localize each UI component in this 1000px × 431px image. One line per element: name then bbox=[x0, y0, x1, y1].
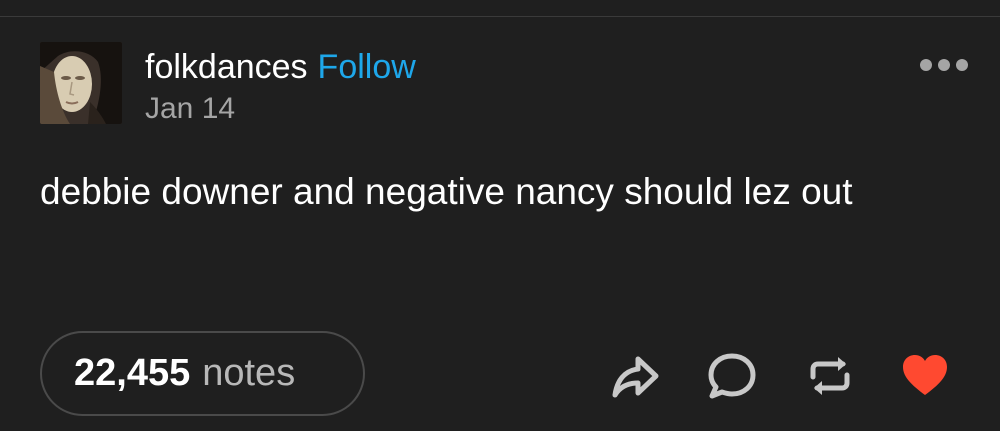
share-icon bbox=[612, 356, 659, 398]
post-card: folkdances Follow Jan 14 debbie downer an… bbox=[0, 17, 1000, 431]
like-button[interactable] bbox=[900, 351, 950, 401]
reblog-button[interactable] bbox=[805, 351, 855, 401]
notes-count: 22,455 bbox=[74, 352, 191, 394]
avatar[interactable] bbox=[40, 42, 122, 124]
post-date[interactable]: Jan 14 bbox=[145, 91, 235, 127]
post-body-text: debbie downer and negative nancy should … bbox=[40, 171, 853, 212]
heart-icon bbox=[903, 355, 947, 395]
reply-icon bbox=[708, 353, 756, 399]
follow-button[interactable]: Follow bbox=[318, 48, 416, 86]
reblog-icon bbox=[810, 357, 850, 395]
more-options-button[interactable] bbox=[916, 53, 972, 77]
notes-label: notes bbox=[202, 352, 296, 394]
reply-button[interactable] bbox=[707, 351, 757, 401]
username[interactable]: folkdances bbox=[145, 48, 308, 86]
author-line: folkdances Follow bbox=[145, 47, 416, 87]
more-horizontal-icon bbox=[920, 59, 968, 71]
notes-button[interactable]: 22,455 notes bbox=[40, 331, 365, 416]
share-button[interactable] bbox=[610, 351, 660, 401]
